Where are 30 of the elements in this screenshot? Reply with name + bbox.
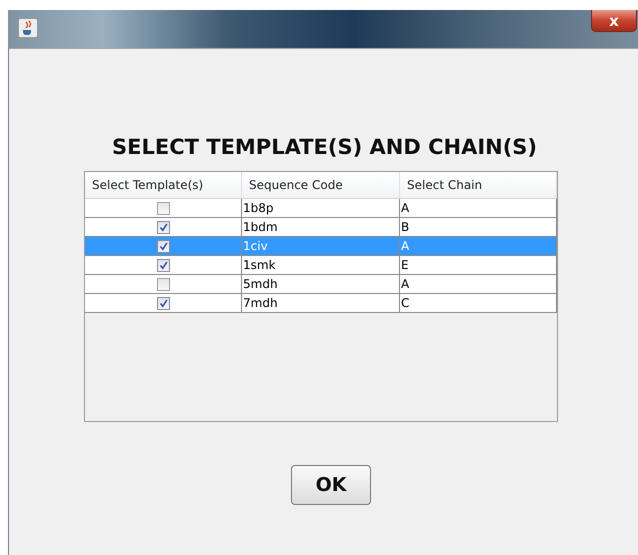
table-cell: 7mdh [242,294,400,312]
table-cell: 1b8p [242,199,400,217]
checkbox[interactable] [157,296,170,310]
table-cell: 1smk [242,256,400,274]
table-row[interactable]: 1bdm B [85,218,557,237]
table-cell: 1civ [242,237,400,255]
table-row[interactable]: 7mdh C [85,294,557,313]
table-row[interactable]: 1smk E [85,256,557,275]
checkbox[interactable] [157,258,170,272]
column-header[interactable]: Sequence Code [242,172,400,198]
table-row[interactable]: 1b8p A [85,199,557,218]
checkbox[interactable] [157,278,170,290]
table-cell: 1bdm [242,218,400,236]
table-cell: B [400,218,557,236]
table-cell: C [400,294,557,312]
table-cell: A [400,199,557,217]
table-cell: 5mdh [242,275,400,293]
coffee-cup-icon [18,18,38,38]
table-row[interactable]: 5mdh A [85,275,557,294]
table-cell: E [400,256,557,274]
checkbox[interactable] [157,202,170,214]
column-header[interactable]: Select Chain [400,172,557,198]
dialog-heading: SELECT TEMPLATE(S) AND CHAIN(S) [111,135,538,159]
checkbox[interactable] [157,220,170,234]
table-cell: A [400,275,557,293]
ok-button[interactable]: OK [291,465,371,505]
table-cell: A [400,237,557,255]
checkbox[interactable] [157,240,170,252]
column-header[interactable]: Select Template(s) [85,172,242,198]
close-button[interactable]: x [591,10,637,32]
